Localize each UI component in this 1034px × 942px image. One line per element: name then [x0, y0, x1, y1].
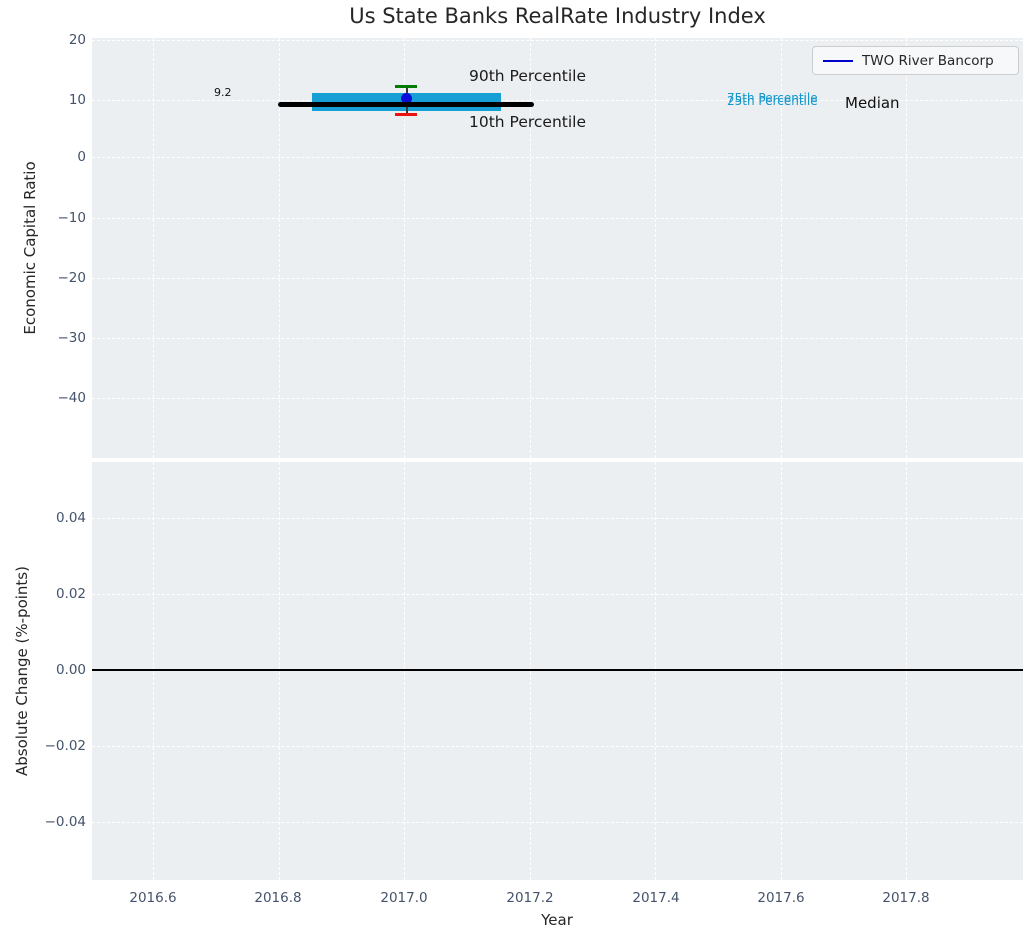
ytick-label: 20	[16, 32, 86, 48]
gridline	[153, 38, 154, 458]
percentile-90-label: 90th Percentile	[469, 67, 586, 85]
xlabel-year: Year	[541, 911, 573, 929]
gridline	[92, 40, 1023, 41]
gridline	[92, 157, 1023, 158]
gridline	[153, 462, 154, 880]
ylabel-absolute-change: Absolute Change (%-points)	[13, 566, 31, 776]
median-line	[278, 102, 534, 107]
gridline	[92, 338, 1023, 339]
zero-change-line	[92, 669, 1023, 671]
gridline	[92, 822, 1023, 823]
gridline	[530, 462, 531, 880]
gridline	[279, 38, 280, 458]
gridline	[655, 462, 656, 880]
ytick-label: −0.04	[16, 814, 86, 830]
gridline	[906, 462, 907, 880]
gridline	[92, 398, 1023, 399]
gridline	[655, 38, 656, 458]
gridline	[92, 594, 1023, 595]
gridline	[530, 38, 531, 458]
xtick-label: 2017.0	[369, 890, 439, 906]
legend-line-sample	[823, 60, 853, 62]
axes-bottom-absolute-change	[92, 462, 1023, 880]
gridline	[279, 462, 280, 880]
percentile-10-label: 10th Percentile	[469, 113, 586, 131]
gridline	[404, 462, 405, 880]
percentile-25-label: 25th Percentile	[727, 94, 818, 108]
ytick-label: 0.04	[16, 510, 86, 526]
xtick-label: 2016.8	[243, 890, 313, 906]
gridline	[92, 746, 1023, 747]
xtick-label: 2017.6	[746, 890, 816, 906]
legend-label: TWO River Bancorp	[862, 53, 994, 69]
ylabel-economic-capital-ratio: Economic Capital Ratio	[21, 161, 39, 334]
gridline	[92, 278, 1023, 279]
gridline	[92, 218, 1023, 219]
percentile-90-cap	[395, 85, 417, 88]
gridline	[781, 462, 782, 880]
chart-title: Us State Banks RealRate Industry Index	[92, 4, 1023, 28]
ytick-label: −40	[16, 390, 86, 406]
ytick-label: 10	[16, 92, 86, 108]
percentile-10-cap	[395, 113, 417, 116]
median-value-label: 9.2	[214, 86, 232, 99]
xtick-label: 2017.2	[495, 890, 565, 906]
gridline	[92, 518, 1023, 519]
xtick-label: 2016.6	[118, 890, 188, 906]
xtick-label: 2017.4	[621, 890, 691, 906]
legend: TWO River Bancorp	[812, 46, 1019, 75]
figure: Us State Banks RealRate Industry Index	[0, 0, 1034, 942]
gridline	[906, 38, 907, 458]
median-label: Median	[845, 94, 900, 112]
xtick-label: 2017.8	[871, 890, 941, 906]
